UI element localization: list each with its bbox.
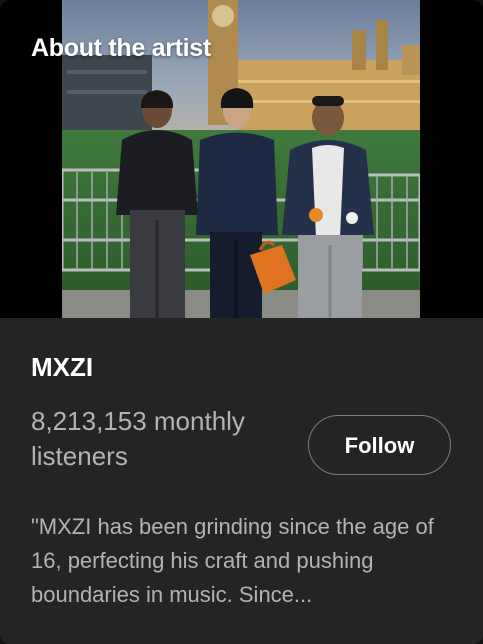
artist-bio[interactable]: "MXZI has been grinding since the age of…: [31, 510, 451, 612]
monthly-listeners: 8,213,153 monthly listeners: [31, 406, 245, 471]
follow-button[interactable]: Follow: [308, 415, 451, 475]
artist-name[interactable]: MXZI: [31, 352, 93, 383]
about-artist-card[interactable]: About the artist MXZI 8,213,153 monthly …: [0, 0, 483, 644]
artist-photo-frame: About the artist: [0, 0, 483, 318]
section-heading: About the artist: [31, 34, 211, 62]
